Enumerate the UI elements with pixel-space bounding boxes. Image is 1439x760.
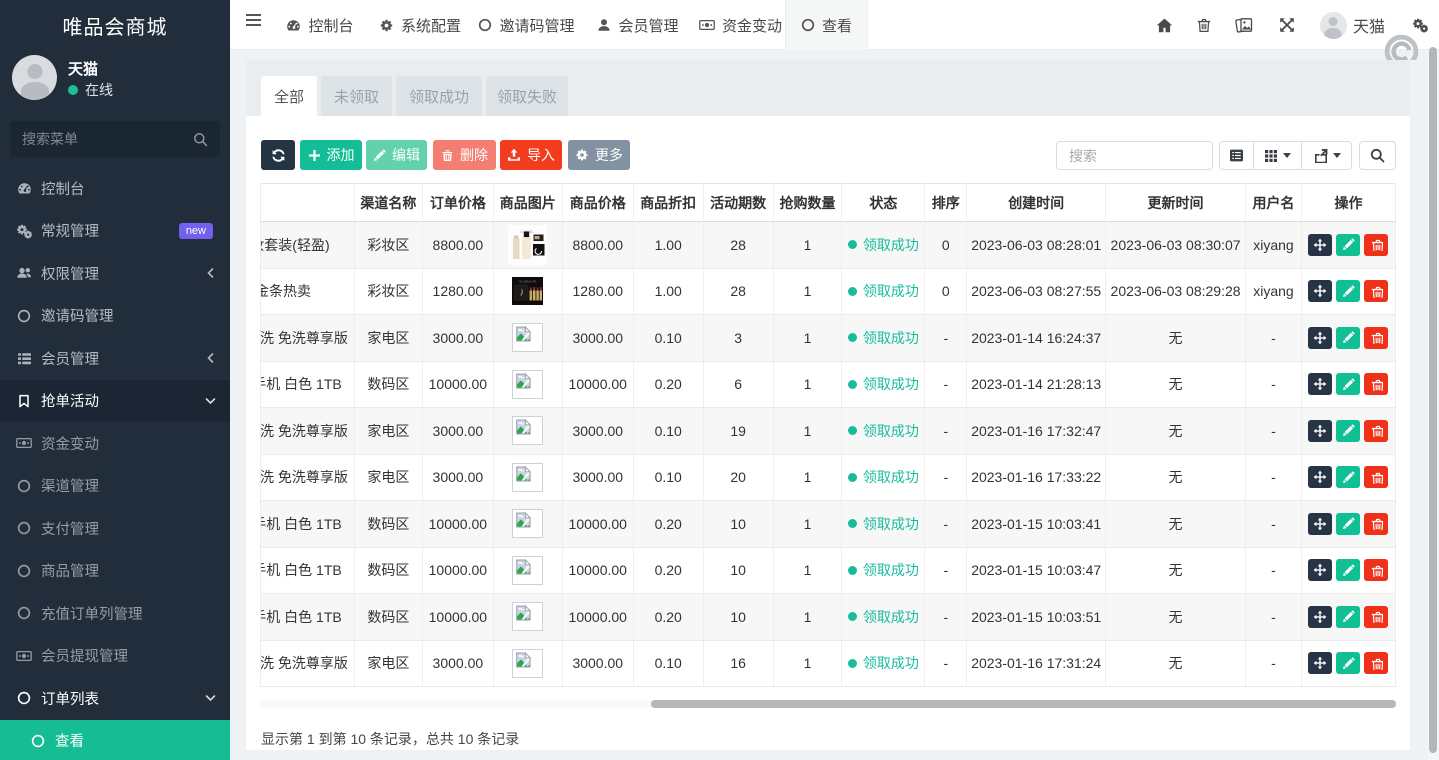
- svg-text:YSL BEAUTE: YSL BEAUTE: [518, 280, 536, 284]
